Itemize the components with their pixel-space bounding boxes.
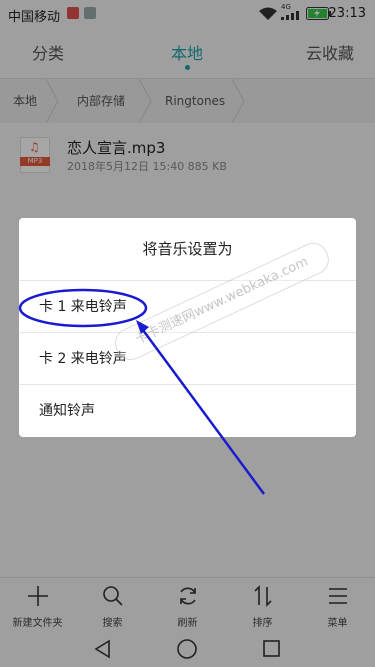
option-label: 通知铃声 [39, 403, 95, 419]
option-sim2-ringtone[interactable]: 卡 2 来电铃声 [19, 333, 356, 385]
option-label: 卡 1 来电铃声 [39, 299, 127, 315]
option-notification-ringtone[interactable]: 通知铃声 [19, 385, 356, 437]
option-label: 卡 2 来电铃声 [39, 351, 127, 367]
